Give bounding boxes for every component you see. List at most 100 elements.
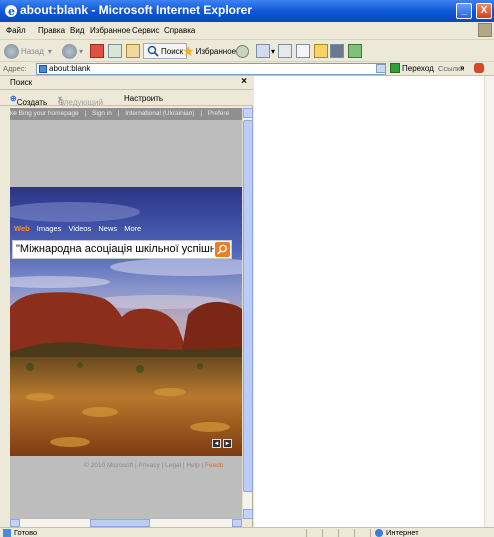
windows-flag-icon — [478, 23, 492, 37]
toolbar-addon-icon[interactable] — [474, 63, 484, 73]
preferences-link[interactable]: Prefere — [208, 110, 229, 117]
create-button[interactable]: ⊕ Создать — [10, 94, 47, 107]
scroll-thumb[interactable] — [243, 120, 253, 492]
address-label: Адрес: — [3, 64, 27, 73]
international-link[interactable]: International (Ukrainian) — [125, 110, 194, 117]
new-search-icon: ⊕ — [10, 94, 17, 103]
address-input[interactable]: about:blank — [36, 63, 386, 75]
search-icon — [217, 244, 227, 255]
toolbar: Назад ▾ ▾ Поиск ★ Избранное ▾ — [0, 40, 494, 62]
print-icon — [278, 44, 292, 58]
svg-text:e: e — [8, 5, 15, 18]
mail-icon — [256, 44, 270, 58]
search-pane-header: Поиск × — [0, 76, 253, 90]
history-icon — [236, 44, 249, 58]
folder-button[interactable] — [314, 43, 328, 59]
search-pane-horizontal-scrollbar[interactable] — [10, 519, 242, 527]
status-divider — [370, 529, 371, 537]
folder-icon — [314, 44, 328, 58]
favorites-icon: ★ — [182, 43, 195, 59]
menu-tools[interactable]: Сервис — [132, 26, 159, 35]
nav-more[interactable]: More — [124, 224, 141, 233]
nav-news[interactable]: News — [98, 224, 117, 233]
horizontal-scroll-thumb[interactable] — [90, 519, 150, 527]
next-button[interactable]: ⊕ Следующий ▾ — [58, 94, 103, 107]
nav-videos[interactable]: Videos — [69, 224, 92, 233]
internet-zone-icon — [375, 529, 383, 537]
back-icon — [4, 43, 19, 59]
edit-icon — [296, 44, 310, 58]
menu-favorites[interactable]: Избранное — [90, 26, 131, 35]
bing-background-image: Web Images Videos News More "Міжнародна … — [10, 187, 242, 456]
feedback-link[interactable]: Feedb — [205, 462, 223, 469]
menu-file[interactable]: Файл — [6, 26, 26, 35]
page-content — [254, 76, 494, 527]
stop-button[interactable] — [90, 43, 104, 59]
status-divider — [322, 529, 323, 537]
status-divider — [306, 529, 307, 537]
refresh-icon — [108, 44, 122, 58]
security-zone: Интернет — [386, 528, 419, 537]
scroll-down-button[interactable] — [243, 509, 253, 519]
menu-bar: Файл Правка Вид Избранное Сервис Справка — [0, 22, 494, 40]
image-controls: ◄ ► — [212, 439, 232, 448]
back-button[interactable]: Назад ▾ — [4, 43, 52, 59]
menu-help[interactable]: Справка — [164, 26, 195, 35]
bing-nav: Web Images Videos News More — [14, 224, 146, 233]
scroll-right-button[interactable] — [232, 519, 242, 527]
forward-button[interactable]: ▾ — [62, 43, 83, 59]
bing-footer: © 2010 Microsoft | Privacy | Legal | Hel… — [84, 462, 224, 469]
next-image-button[interactable]: ► — [223, 439, 232, 448]
bing-search-input[interactable]: "Міжнародна асоціація шкільної успішнос — [12, 240, 232, 259]
edit-button[interactable] — [296, 43, 310, 59]
research-button[interactable] — [330, 43, 344, 59]
content-scrollbar[interactable] — [484, 76, 494, 527]
scroll-up-button[interactable] — [243, 108, 253, 118]
customize-button[interactable]: Настроить — [124, 94, 163, 103]
home-button[interactable] — [126, 43, 140, 59]
bing-top-links: ke Bing your homepage | Sign in | Intern… — [10, 108, 242, 120]
search-pane-title: Поиск — [10, 78, 33, 87]
bing-search-button[interactable] — [215, 242, 230, 257]
messenger-button[interactable] — [348, 43, 362, 59]
prev-image-button[interactable]: ◄ — [212, 439, 221, 448]
go-button[interactable]: Переход — [390, 63, 434, 73]
stop-icon — [90, 44, 104, 58]
favorites-button[interactable]: ★ Избранное — [182, 43, 236, 59]
menu-view[interactable]: Вид — [70, 26, 84, 35]
history-button[interactable] — [236, 43, 249, 59]
ie-logo-icon: e — [5, 5, 17, 18]
search-pane-vertical-scrollbar[interactable] — [242, 108, 253, 519]
print-button[interactable] — [278, 43, 292, 59]
refresh-button[interactable] — [108, 43, 122, 59]
search-pane: Поиск × ⊕ Создать ⊕ Следующий ▾ Настроит… — [0, 76, 253, 527]
search-button[interactable]: Поиск — [143, 43, 188, 59]
homepage-link[interactable]: ke Bing your homepage — [10, 110, 79, 117]
scroll-left-button[interactable] — [10, 519, 20, 527]
status-divider — [338, 529, 339, 537]
menu-edit[interactable]: Правка — [38, 26, 65, 35]
address-dropdown-button[interactable] — [376, 64, 386, 73]
links-chevron-button[interactable]: » — [460, 63, 464, 72]
search-pane-toolbar: ⊕ Создать ⊕ Следующий ▾ Настроить — [0, 90, 253, 107]
search-pane-close-button[interactable]: × — [241, 76, 247, 87]
sign-in-link[interactable]: Sign in — [92, 110, 112, 117]
go-arrow-icon — [390, 63, 400, 73]
nav-images[interactable]: Images — [37, 224, 62, 233]
messenger-icon — [348, 44, 362, 58]
close-button[interactable]: X — [476, 3, 492, 19]
status-divider — [354, 529, 355, 537]
page-icon — [39, 65, 47, 73]
title-bar: e about:blank - Microsoft Internet Explo… — [0, 0, 494, 22]
nav-web[interactable]: Web — [14, 224, 30, 233]
page-status-icon — [3, 529, 11, 537]
mail-button[interactable]: ▾ — [256, 43, 275, 59]
address-bar: Адрес: about:blank Переход Ссылки » — [0, 62, 494, 76]
bing-webview: ke Bing your homepage | Sign in | Intern… — [10, 108, 242, 519]
home-icon — [126, 44, 140, 58]
minimize-button[interactable]: _ — [456, 3, 472, 19]
browser-frame: Поиск × ⊕ Создать ⊕ Следующий ▾ Настроит… — [0, 76, 494, 527]
window-title: about:blank - Microsoft Internet Explore… — [20, 3, 253, 17]
status-text: Готово — [14, 528, 38, 537]
forward-icon — [62, 43, 77, 59]
